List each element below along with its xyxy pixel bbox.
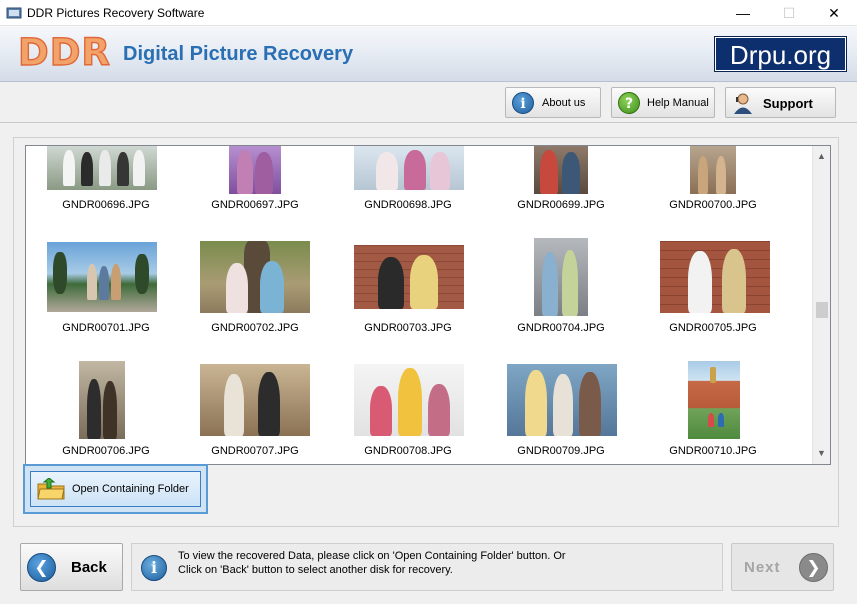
support-button[interactable]: Support [725,87,836,118]
photo-filename: GNDR00709.JPG [517,445,605,457]
scroll-down-icon[interactable]: ▼ [813,445,830,462]
back-label: Back [71,559,107,576]
photo-filename: GNDR00707.JPG [211,445,299,457]
scrollbar-thumb[interactable] [816,302,828,318]
help-manual-button[interactable]: ? Help Manual [611,87,715,118]
photo-thumbnail[interactable] [200,241,310,313]
photo-filename: GNDR00706.JPG [62,445,150,457]
back-button[interactable]: ❮ Back [20,543,123,591]
photo-thumbnail[interactable] [200,364,310,436]
photo-filename: GNDR00698.JPG [364,199,452,211]
help-manual-label: Help Manual [647,97,709,109]
bottom-bar: ❮ Back i To view the recovered Data, ple… [0,535,857,604]
photo-filename: GNDR00705.JPG [669,322,757,334]
minimize-button[interactable]: — [720,0,766,26]
photo-thumbnail[interactable] [534,146,588,194]
maximize-button[interactable]: ☐ [766,0,812,26]
help-question-icon: ? [618,92,640,114]
about-us-button[interactable]: i About us [505,87,601,118]
info-panel: i To view the recovered Data, please cli… [131,543,723,591]
close-button[interactable]: ✕ [811,0,857,26]
photo-thumbnail[interactable] [660,241,770,313]
photo-thumbnail[interactable] [688,361,740,439]
info-icon: i [512,92,534,114]
info-message: To view the recovered Data, please click… [178,549,718,577]
scroll-up-icon[interactable]: ▲ [813,148,830,165]
gallery-scrollbar[interactable]: ▲ ▼ [812,146,830,464]
toolbar: i About us ? Help Manual Support [0,82,857,123]
photo-thumbnail[interactable] [79,361,125,439]
ddr-logo: DDR [17,30,111,74]
recovered-photos-gallery[interactable]: GNDR00696.JPG GNDR00697.JPG GNDR00698.JP… [25,145,831,465]
photo-filename: GNDR00702.JPG [211,322,299,334]
site-badge: Drpu.org [715,37,846,71]
header-banner: DDR Digital Picture Recovery Drpu.org [0,26,857,82]
photo-filename: GNDR00700.JPG [669,199,757,211]
next-label: Next [744,559,781,576]
photo-thumbnail[interactable] [534,238,588,316]
photo-filename: GNDR00708.JPG [364,445,452,457]
support-person-icon [734,93,752,114]
photo-thumbnail[interactable] [507,364,617,436]
open-folder-label: Open Containing Folder [72,483,189,495]
photo-thumbnail[interactable] [229,146,281,194]
about-us-label: About us [542,97,586,109]
app-icon [6,7,22,19]
photo-thumbnail[interactable] [47,242,157,312]
photo-filename: GNDR00710.JPG [669,445,757,457]
next-arrow-icon: ❯ [799,553,828,582]
support-label: Support [763,96,813,111]
photo-thumbnail[interactable] [354,364,464,436]
window-title: DDR Pictures Recovery Software [27,6,205,20]
next-button[interactable]: Next ❯ [731,543,834,591]
open-folder-focus-frame: Open Containing Folder [23,464,208,514]
app-name: Digital Picture Recovery [123,43,354,65]
open-containing-folder-button[interactable]: Open Containing Folder [30,471,201,507]
photo-thumbnail[interactable] [690,146,736,194]
photo-filename: GNDR00701.JPG [62,322,150,334]
photo-thumbnail[interactable] [47,146,157,190]
back-arrow-icon: ❮ [27,553,56,582]
info-icon: i [141,555,167,581]
info-line-2: Click on 'Back' button to select another… [178,564,453,576]
info-line-1: To view the recovered Data, please click… [178,550,566,562]
photo-filename: GNDR00696.JPG [62,199,150,211]
photo-filename: GNDR00699.JPG [517,199,605,211]
title-bar: DDR Pictures Recovery Software — ☐ ✕ [0,0,857,26]
photo-thumbnail[interactable] [354,146,464,190]
photo-filename: GNDR00704.JPG [517,322,605,334]
photo-filename: GNDR00697.JPG [211,199,299,211]
photo-thumbnail[interactable] [354,245,464,309]
open-folder-icon [37,478,65,500]
photo-filename: GNDR00703.JPG [364,322,452,334]
